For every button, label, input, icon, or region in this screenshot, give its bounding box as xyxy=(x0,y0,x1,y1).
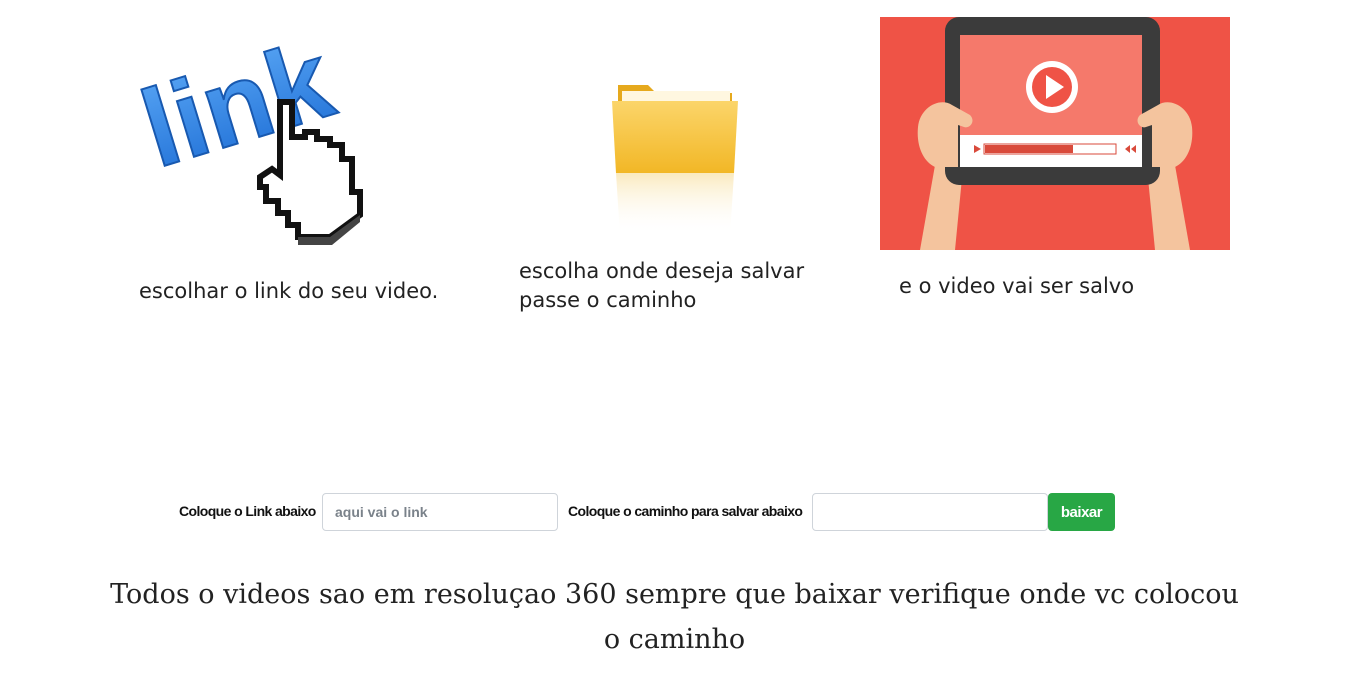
link-cursor-icon: link xyxy=(127,17,363,245)
step-2-caption-line-1: escolha onde deseja salvar xyxy=(519,259,805,283)
path-input[interactable] xyxy=(812,493,1048,531)
link-label: Coloque o Link abaixo xyxy=(179,503,316,519)
download-button[interactable]: baixar xyxy=(1048,493,1115,531)
path-label: Coloque o caminho para salvar abaixo xyxy=(568,503,803,519)
step-3-caption: e o video vai ser salvo xyxy=(899,274,1135,298)
folder-image xyxy=(600,75,750,240)
link-input[interactable] xyxy=(322,493,558,531)
download-form: Coloque o Link abaixo Coloque o caminho … xyxy=(0,493,1349,531)
resolution-notice: Todos o videos sao em resoluçao 360 semp… xyxy=(110,579,1239,655)
step-2-caption-line-2: passe o caminho xyxy=(519,288,697,312)
step-1-caption: escolhar o link do seu video. xyxy=(139,279,439,303)
folder-icon xyxy=(612,85,738,235)
video-tablet-image xyxy=(880,17,1230,250)
link-cursor-image: link xyxy=(120,17,440,249)
video-player-tablet-icon xyxy=(880,17,1230,250)
